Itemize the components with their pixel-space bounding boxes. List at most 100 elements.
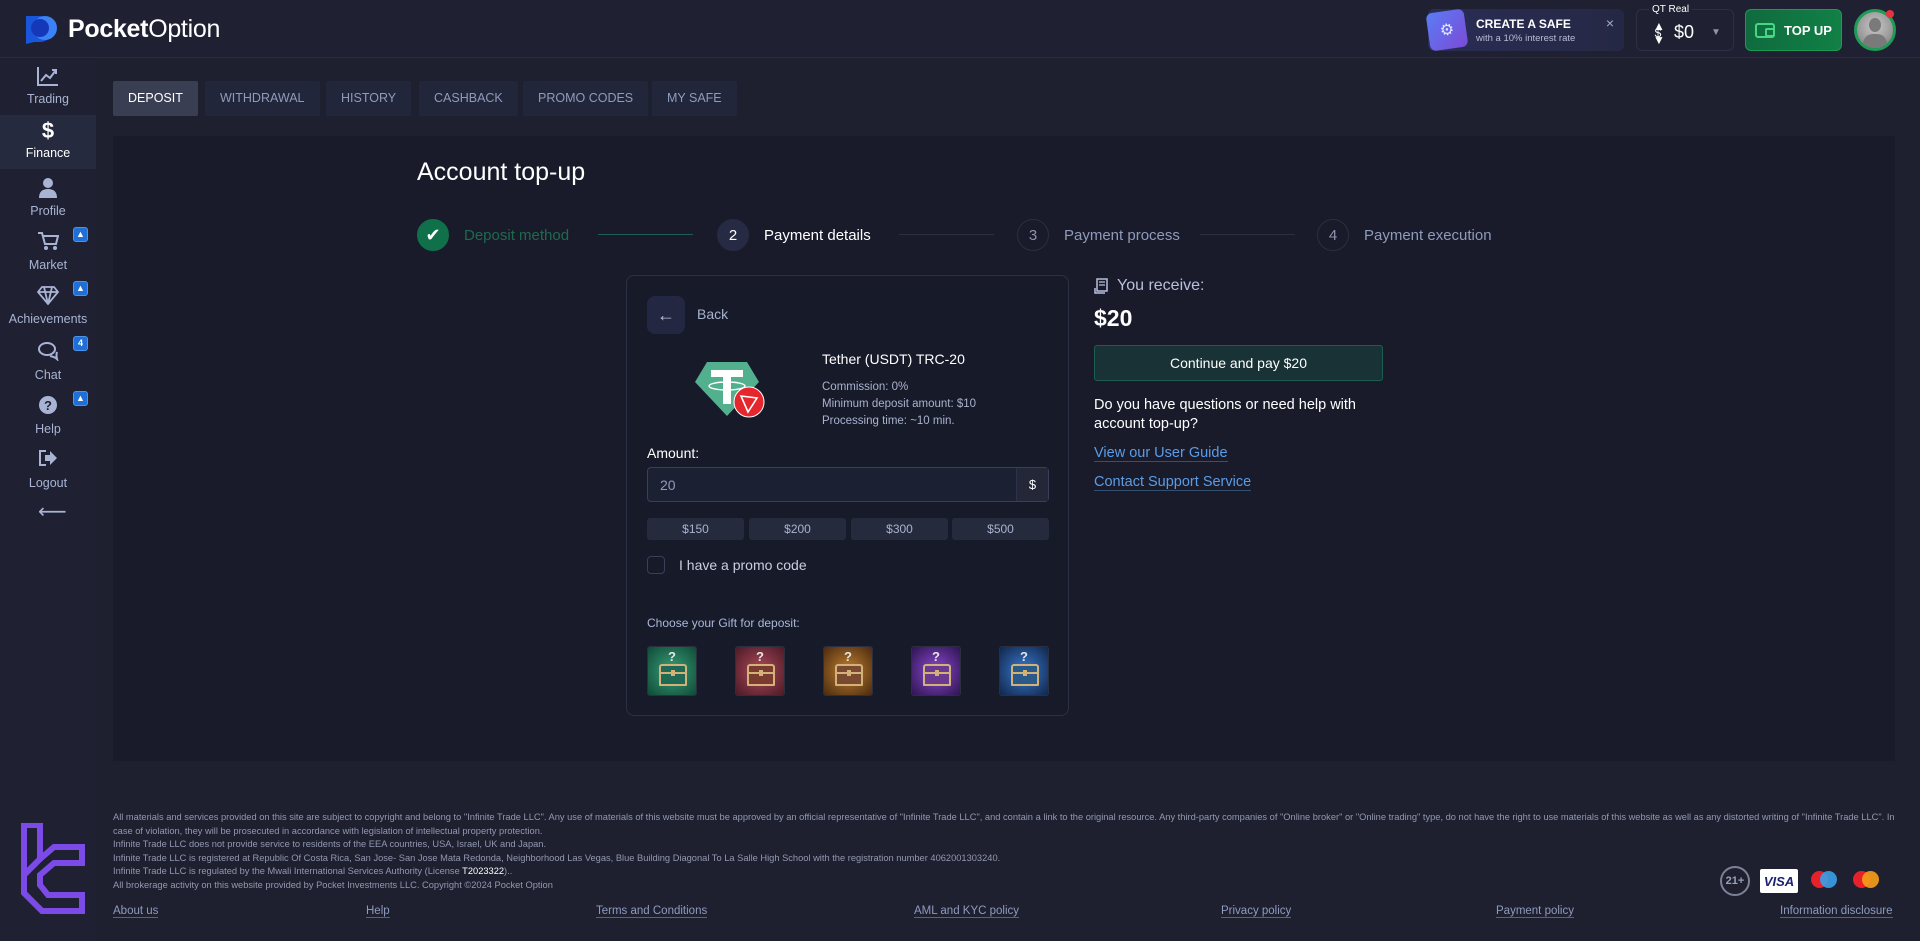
- contact-support-link[interactable]: Contact Support Service: [1094, 474, 1252, 491]
- step-connector: [1200, 234, 1295, 235]
- tab-my-safe[interactable]: My safe: [652, 81, 737, 116]
- brand-name: PocketOption: [68, 14, 221, 43]
- currency-label: $: [1016, 468, 1048, 501]
- check-icon: ✔: [417, 219, 449, 251]
- gift-chest-gold[interactable]: ?: [823, 646, 873, 696]
- back-button[interactable]: ←: [647, 296, 685, 334]
- gift-chest-purple[interactable]: ?: [911, 646, 961, 696]
- step-label: Deposit method: [464, 226, 570, 244]
- tab-history[interactable]: History: [326, 81, 412, 116]
- step-payment-execution: 4 Payment execution: [1317, 219, 1492, 251]
- payment-details-card: ← Back Tether (USDT) TRC-20 Commission: …: [626, 275, 1069, 716]
- sidebar-item-logout[interactable]: Logout: [0, 449, 96, 501]
- close-icon[interactable]: ×: [1606, 15, 1614, 31]
- promo-code-label[interactable]: I have a promo code: [679, 557, 807, 573]
- brokerage-notice: All brokerage activity on this website p…: [113, 879, 553, 890]
- step-label: Payment execution: [1364, 226, 1492, 244]
- tab-cashback[interactable]: Cashback: [419, 81, 518, 116]
- license-number: T2023322: [462, 866, 505, 876]
- top-up-label: TOP UP: [1784, 22, 1832, 38]
- collapse-sidebar-icon[interactable]: ⟵: [38, 499, 67, 524]
- safe-promo-title: CREATE A SAFE: [1476, 16, 1571, 31]
- currency-switch-icon: ▲ $ ▼: [1653, 19, 1665, 47]
- registration-notice: Infinite Trade LLC is registered at Repu…: [113, 852, 1001, 863]
- sidebar-item-profile[interactable]: Profile: [0, 177, 96, 229]
- user-icon: [0, 177, 96, 201]
- bell-icon: ▲: [73, 227, 88, 242]
- footer-link-information-disclosure[interactable]: Information disclosure: [1780, 905, 1893, 918]
- footer-link-privacy[interactable]: Privacy policy: [1221, 905, 1292, 918]
- user-guide-link[interactable]: View our User Guide: [1094, 445, 1228, 462]
- sidebar-item-finance[interactable]: $ Finance: [0, 115, 96, 169]
- commission-text: Commission: 0%: [822, 381, 909, 393]
- preset-amount-button[interactable]: $500: [952, 518, 1049, 540]
- back-label[interactable]: Back: [697, 306, 728, 322]
- svg-text:?: ?: [44, 398, 52, 413]
- sidebar-label: Achievements: [8, 312, 88, 326]
- gift-chest-green[interactable]: ?: [647, 646, 697, 696]
- watermark-logo-icon: [21, 823, 85, 914]
- payment-method-info: Commission: 0% Minimum deposit amount: $…: [822, 379, 976, 430]
- sidebar-label: Profile: [30, 204, 66, 218]
- tab-withdrawal[interactable]: Withdrawal: [205, 81, 320, 116]
- step-payment-details: 2 Payment details: [717, 219, 871, 251]
- step-connector: [899, 234, 994, 235]
- dollar-icon: $: [41, 118, 55, 143]
- preset-amount-button[interactable]: $300: [851, 518, 948, 540]
- sidebar-label: Finance: [25, 146, 71, 160]
- tether-trc20-icon: [695, 362, 765, 418]
- footer-link-terms[interactable]: Terms and Conditions: [596, 905, 708, 918]
- copyright-notice: All materials and services provided on t…: [113, 812, 1895, 836]
- receive-amount: $20: [1094, 305, 1133, 331]
- sidebar-label: Help: [35, 422, 61, 436]
- notification-dot: [1886, 10, 1894, 18]
- step-number: 4: [1317, 219, 1349, 251]
- footer-link-payment-policy[interactable]: Payment policy: [1496, 905, 1574, 918]
- footer-link-aml-kyc[interactable]: AML and KYC policy: [914, 905, 1020, 918]
- tab-promo-codes[interactable]: Promo codes: [523, 81, 649, 116]
- safe-icon: ⚙: [1425, 8, 1469, 52]
- step-label: Payment details: [764, 226, 871, 244]
- mastercard-icon: [1850, 869, 1882, 893]
- arrow-left-icon: ←: [657, 304, 675, 325]
- step-connector: [598, 234, 693, 235]
- top-header: PocketOption ⚙ CREATE A SAFE with a 10% …: [0, 0, 1920, 58]
- preset-amount-button[interactable]: $200: [749, 518, 846, 540]
- page-title: Account top-up: [417, 158, 586, 186]
- create-safe-promo[interactable]: ⚙ CREATE A SAFE with a 10% interest rate…: [1425, 8, 1624, 52]
- sidebar: Trading $ Finance Profile Market ▲ Achie…: [0, 59, 96, 941]
- sidebar-item-trading[interactable]: Trading: [0, 65, 96, 117]
- logout-icon: [0, 449, 96, 473]
- regulation-notice: Infinite Trade LLC is regulated by the M…: [113, 866, 513, 876]
- continue-and-pay-button[interactable]: Continue and pay $20: [1094, 345, 1383, 381]
- age-21-icon: 21+: [1720, 866, 1750, 896]
- payment-badges: 21+ VISA: [1720, 866, 1882, 896]
- sidebar-label: Logout: [28, 476, 68, 490]
- tab-deposit[interactable]: Deposit: [113, 81, 198, 116]
- sidebar-label: Trading: [27, 92, 69, 106]
- receive-label: You receive:: [1117, 277, 1205, 294]
- wallet-icon: [1755, 22, 1776, 38]
- gift-chest-red[interactable]: ?: [735, 646, 785, 696]
- processing-time-text: Processing time: ~10 min.: [822, 415, 955, 427]
- account-selector[interactable]: QT Real ▲ $ ▼ $0 ▼: [1636, 4, 1734, 51]
- gift-chest-blue[interactable]: ?: [999, 646, 1049, 696]
- amount-input[interactable]: [648, 468, 1016, 501]
- footer-link-help[interactable]: Help: [366, 905, 390, 918]
- step-payment-process: 3 Payment process: [1017, 219, 1180, 251]
- gift-label: Choose your Gift for deposit:: [647, 616, 800, 630]
- residency-notice: Infinite Trade LLC does not provide serv…: [113, 839, 547, 849]
- brand-logo[interactable]: PocketOption: [24, 14, 220, 44]
- pocket-option-logo-icon: [26, 16, 57, 44]
- promo-code-checkbox[interactable]: [647, 556, 665, 574]
- top-up-button[interactable]: TOP UP: [1745, 9, 1842, 51]
- amount-label: Amount:: [647, 445, 700, 461]
- bell-icon: ▲: [73, 281, 88, 296]
- footer-link-about-us[interactable]: About us: [113, 905, 159, 918]
- amount-field: $: [647, 467, 1049, 502]
- preset-amount-button[interactable]: $150: [647, 518, 744, 540]
- sidebar-label: Chat: [34, 368, 62, 382]
- help-question: Do you have questions or need help with …: [1094, 397, 1356, 432]
- maestro-icon: [1808, 869, 1840, 893]
- account-balance: $0: [1674, 22, 1695, 42]
